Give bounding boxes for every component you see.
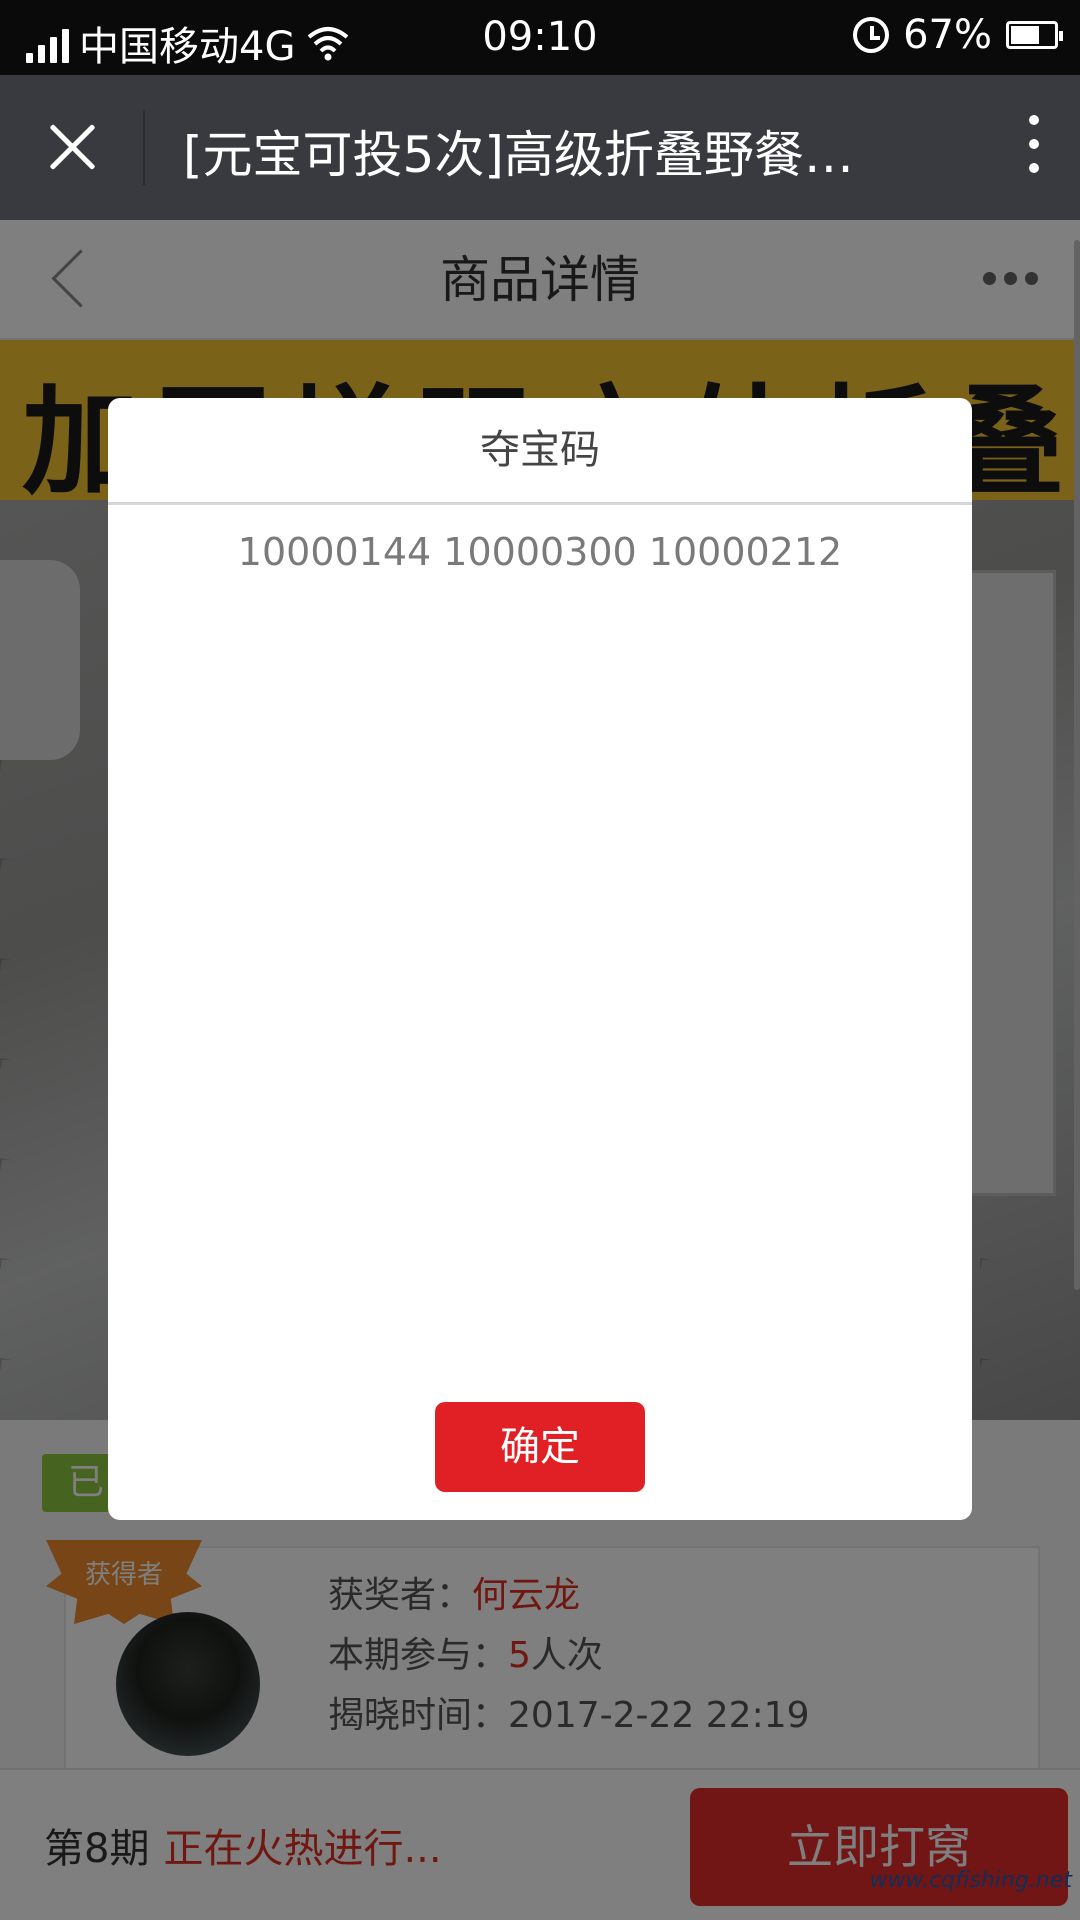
status-bar: 中国移动4G 09:10 67% <box>0 0 1080 75</box>
confirm-button[interactable]: 确定 <box>435 1402 645 1492</box>
wechat-title-bar: [元宝可投5次]高级折叠野餐… <box>0 75 1080 220</box>
dialog-title: 夺宝码 <box>108 398 972 505</box>
battery-percent: 67% <box>903 12 992 58</box>
close-icon[interactable] <box>40 115 104 179</box>
status-right: 67% <box>853 12 1063 58</box>
battery-icon <box>1006 21 1063 49</box>
alarm-icon <box>853 17 890 53</box>
title-divider <box>143 110 145 185</box>
wechat-page-title: [元宝可投5次]高级折叠野餐… <box>183 126 854 184</box>
lottery-codes: 10000144 10000300 10000212 <box>237 530 843 574</box>
lottery-code-dialog: 夺宝码 10000144 10000300 10000212 确定 <box>108 398 972 1520</box>
more-vertical-icon[interactable] <box>1028 115 1040 179</box>
